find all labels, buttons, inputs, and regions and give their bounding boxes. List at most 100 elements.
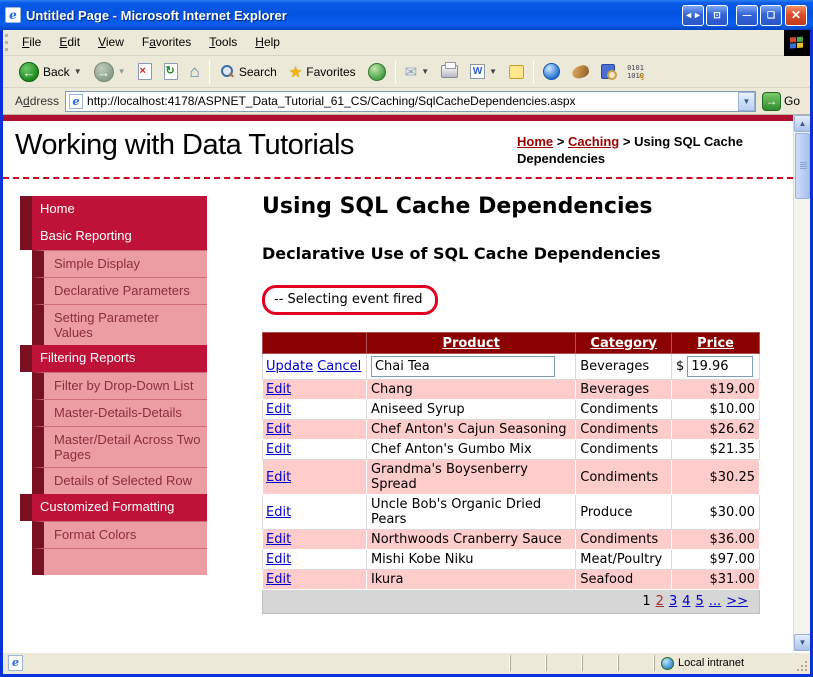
edit-cell: Edit [262,419,367,440]
maximize-button[interactable]: ❏ [760,4,782,26]
menubar-grip[interactable] [5,34,11,51]
edit-link[interactable]: Edit [266,442,291,457]
scroll-down-icon[interactable]: ▼ [794,634,810,651]
edit-link[interactable]: Edit [266,572,291,587]
breadcrumb: Home > Caching > Using SQL Cache Depende… [517,134,743,166]
address-input[interactable] [87,94,738,108]
price-cell: $36.00 [671,529,760,550]
sidebar-item-master-detail-across-two-pages[interactable]: Master/Detail Across Two Pages [32,426,207,467]
product-cell: Chef Anton's Cajun Seasoning [365,419,577,440]
sidebar-item-simple-display[interactable]: Simple Display [32,250,207,277]
sidebar-item-customized-formatting[interactable]: Customized Formatting [20,494,207,521]
breadcrumb-link-caching[interactable]: Caching [568,134,619,149]
print-button[interactable] [435,57,464,87]
category-cell: Condiments [575,399,673,420]
address-box: e ▼ [65,90,756,112]
pan-arrows-button[interactable]: ◄► [682,4,704,26]
menu-item-favorites[interactable]: Favorites [133,30,200,55]
forward-icon: → [93,61,114,82]
edit-dropdown-icon[interactable]: ▼ [489,67,497,76]
breadcrumb-link-home[interactable]: Home [517,134,553,149]
edit-link[interactable]: Edit [266,382,291,397]
sidebar-item-filtering-reports[interactable]: Filtering Reports [20,345,207,372]
stop-button[interactable]: × [132,57,158,87]
go-button[interactable]: → Go [756,91,806,111]
status-pane [582,655,618,671]
refresh-icon: ↻ [163,63,178,80]
sidebar-item-master-details-details[interactable]: Master-Details-Details [32,399,207,426]
pager-link-[interactable]: >> [726,594,748,609]
search-button[interactable]: Search [213,57,283,87]
sidebar-item-filter-by-drop-down-list[interactable]: Filter by Drop-Down List [32,372,207,399]
pager-link-3[interactable]: 3 [669,594,677,609]
edit-link[interactable]: Edit [266,552,291,567]
ie-app-icon: e [5,7,21,23]
menu-item-file[interactable]: File [13,30,50,55]
minimize-button[interactable]: — [736,4,758,26]
pager-current-page: 1 [642,594,651,609]
price-input[interactable] [687,356,754,377]
mail-button[interactable]: ✉ ▼ [399,57,436,87]
pager-link-5[interactable]: 5 [696,594,704,609]
research-button[interactable] [595,57,621,87]
scrollbar-thumb[interactable] [795,133,810,199]
page-title: Using SQL Cache Dependencies [262,194,653,219]
encoding-button[interactable]: 0101 1010 [621,57,650,87]
forward-button[interactable]: → ▼ [88,57,132,87]
scroll-up-icon[interactable]: ▲ [794,115,810,132]
sidebar-item-format-colors[interactable]: Format Colors [32,521,207,548]
print-icon [441,62,459,78]
menu-item-tools[interactable]: Tools [200,30,246,55]
pager-link-[interactable]: ... [709,594,721,609]
discuss-button[interactable] [503,57,530,87]
sidebar-item-basic-reporting[interactable]: Basic Reporting [20,223,207,250]
forward-dropdown-icon[interactable]: ▼ [118,67,126,76]
product-name-input[interactable] [370,356,555,377]
back-button[interactable]: ← Back ▼ [13,57,88,87]
sidebar-item-setting-parameter-values[interactable]: Setting Parameter Values [32,304,207,345]
sidebar-item-home[interactable]: Home [20,196,207,223]
edit-with-word-button[interactable]: W ▼ [464,57,503,87]
favorites-button[interactable]: ★ Favorites [283,57,362,87]
edit-link[interactable]: Edit [266,532,291,547]
pager-link-2[interactable]: 2 [656,594,664,609]
edit-link[interactable]: Edit [266,505,291,520]
menu-item-help[interactable]: Help [246,30,289,55]
pager-link-4[interactable]: 4 [682,594,690,609]
category-cell: Condiments [575,439,673,460]
table-row: Edit Chef Anton's Cajun Seasoning Condimen… [262,419,760,440]
resize-grip[interactable] [794,658,808,672]
back-icon: ← [19,61,39,82]
edit-link[interactable]: Edit [266,402,291,417]
refresh-button[interactable]: ↻ [158,57,184,87]
column-header-category: Category [575,332,673,354]
close-button[interactable]: ✕ [785,4,807,26]
sort-link-price[interactable]: Price [697,336,734,351]
sort-link-category[interactable]: Category [590,336,656,351]
menu-item-view[interactable]: View [89,30,133,55]
home-button[interactable]: ⌂ [184,57,206,87]
vertical-scrollbar[interactable]: ▲ ▼ [793,115,810,651]
cancel-link[interactable]: Cancel [317,359,361,374]
menu-item-edit[interactable]: Edit [50,30,89,55]
mail-dropdown-icon[interactable]: ▼ [421,67,429,76]
address-dropdown-icon[interactable]: ▼ [737,91,755,111]
capture-button[interactable] [566,57,595,87]
intranet-globe-icon [661,656,674,670]
history-button[interactable] [362,57,392,87]
product-cell: Ikura [365,569,577,590]
binary-icon: 0101 1010 [627,64,644,80]
sidebar-item-details-of-selected-row[interactable]: Details of Selected Row [32,467,207,494]
main-content: Using SQL Cache Dependencies Declarative… [262,194,762,614]
category-cell: Produce [575,494,673,530]
popout-window-button[interactable]: ⊡ [706,4,728,26]
edit-link[interactable]: Edit [266,422,291,437]
sort-link-product[interactable]: Product [442,336,499,351]
update-link[interactable]: Update [266,359,313,374]
back-dropdown-icon[interactable]: ▼ [74,67,82,76]
edit-link[interactable]: Edit [266,470,291,485]
category-cell: Meat/Poultry [575,549,673,570]
messenger-button[interactable] [537,57,566,87]
price-cell: $30.25 [671,459,760,495]
sidebar-item-declarative-parameters[interactable]: Declarative Parameters [32,277,207,304]
